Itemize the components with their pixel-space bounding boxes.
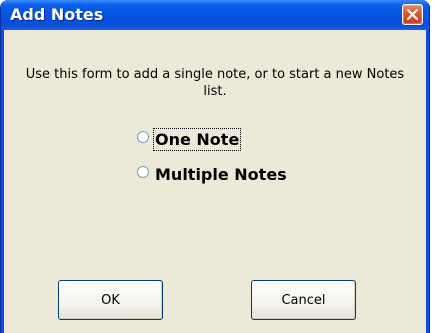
instruction-text: Use this form to add a single note, or t… — [25, 67, 405, 99]
dialog-body: Use this form to add a single note, or t… — [4, 30, 426, 333]
radio-option-multiple-notes[interactable]: Multiple Notes — [137, 165, 287, 184]
title-bar[interactable]: Add Notes — [1, 0, 429, 30]
add-notes-dialog: Add Notes Use this form to add a single … — [0, 0, 430, 333]
window-title: Add Notes — [10, 5, 104, 24]
radio-label: One Note — [152, 128, 242, 151]
close-icon — [407, 9, 418, 20]
radio-option-one-note[interactable]: One Note — [137, 128, 242, 151]
radio-button[interactable] — [137, 130, 149, 143]
radio-label: Multiple Notes — [155, 165, 287, 184]
close-button[interactable] — [402, 4, 423, 25]
cancel-button[interactable]: Cancel — [251, 280, 356, 320]
radio-button[interactable] — [137, 165, 149, 178]
ok-button[interactable]: OK — [58, 280, 163, 320]
